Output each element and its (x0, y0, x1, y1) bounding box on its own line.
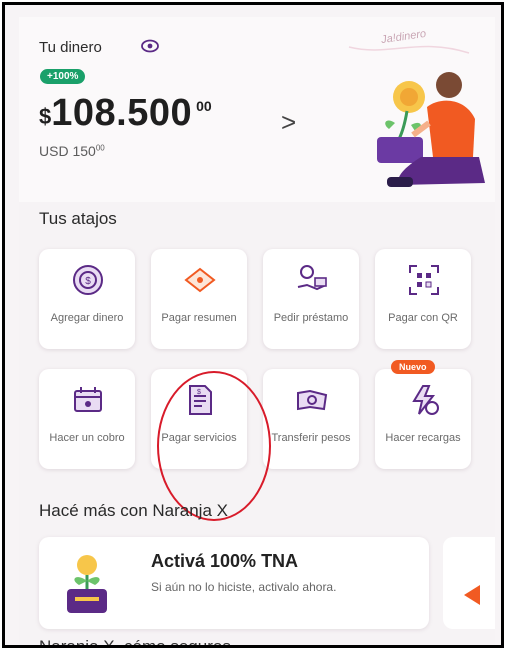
plant-coin-icon (67, 555, 107, 613)
usd-balance: USD 15000 (39, 143, 105, 159)
next-promo-graphic (464, 585, 480, 605)
usd-cents: 00 (95, 143, 105, 153)
money-label: Tu dinero (39, 39, 102, 56)
invoice-icon: $ (189, 385, 212, 415)
shortcut-label: Transferir pesos (271, 432, 351, 444)
shortcut-label: Pagar resumen (161, 312, 237, 324)
transfer-icon (297, 389, 328, 411)
shortcut-transferir-pesos[interactable]: Transferir pesos (263, 369, 359, 469)
svg-text:$: $ (85, 276, 91, 287)
balance-card[interactable]: Tu dinero +100% $108.500 00 > USD 15000 J… (19, 17, 495, 202)
shortcuts-title: Tus atajos (39, 209, 117, 228)
chevron-right-icon[interactable]: > (281, 107, 296, 138)
shortcut-agregar-dinero[interactable]: $ Agregar dinero (39, 249, 135, 349)
calendar-cash-icon (74, 387, 102, 412)
hand-money-icon (297, 265, 327, 291)
svg-text:$: $ (197, 389, 201, 396)
shortcut-label: Hacer recargas (385, 432, 461, 444)
next-section-title: Naranja X, cómo seguros (39, 637, 231, 647)
amount-integer: 108.500 (51, 92, 193, 134)
shortcut-pagar-servicios[interactable]: $ Pagar servicios (151, 369, 247, 469)
promo-text: Si aún no lo hiciste, activalo ahora. (151, 580, 337, 594)
shortcut-pedir-prestamo[interactable]: Pedir préstamo (263, 249, 359, 349)
app-screen: Tu dinero +100% $108.500 00 > USD 15000 J… (19, 17, 495, 647)
shortcut-label: Pedir préstamo (273, 312, 349, 324)
promo-title: Activá 100% TNA (151, 551, 299, 571)
shortcut-pagar-resumen[interactable]: Pagar resumen (151, 249, 247, 349)
shortcut-pagar-qr[interactable]: Pagar con QR (375, 249, 471, 349)
shortcut-label: Pagar con QR (388, 312, 458, 324)
shortcut-label: Pagar servicios (161, 432, 237, 444)
shortcut-hacer-recargas[interactable]: Nuevo Hacer recargas (375, 360, 471, 469)
amount-cents: 00 (196, 98, 212, 114)
shortcut-label: Hacer un cobro (49, 432, 125, 444)
usd-label: USD 150 (39, 143, 96, 159)
more-section-title: Hacé más con Naranja X (39, 501, 228, 520)
card-tag-icon (184, 267, 216, 293)
shortcut-label: Agregar dinero (50, 312, 124, 324)
new-badge: Nuevo (391, 360, 435, 374)
eye-icon[interactable] (141, 39, 159, 53)
growth-badge: +100% (40, 69, 86, 84)
coin-icon: $ (73, 265, 103, 295)
currency-symbol: $ (39, 104, 52, 129)
person-plant-illustration (348, 45, 485, 187)
promo-card[interactable]: Activá 100% TNA Si aún no lo hiciste, ac… (39, 537, 429, 629)
balance-amount[interactable]: $108.500 00 (39, 92, 212, 135)
shortcut-hacer-cobro[interactable]: Hacer un cobro (39, 369, 135, 469)
next-promo-card[interactable] (443, 537, 495, 629)
qr-icon (409, 265, 439, 295)
bolt-phone-icon (412, 385, 439, 415)
phone-frame: Tu dinero +100% $108.500 00 > USD 15000 J… (2, 2, 504, 648)
